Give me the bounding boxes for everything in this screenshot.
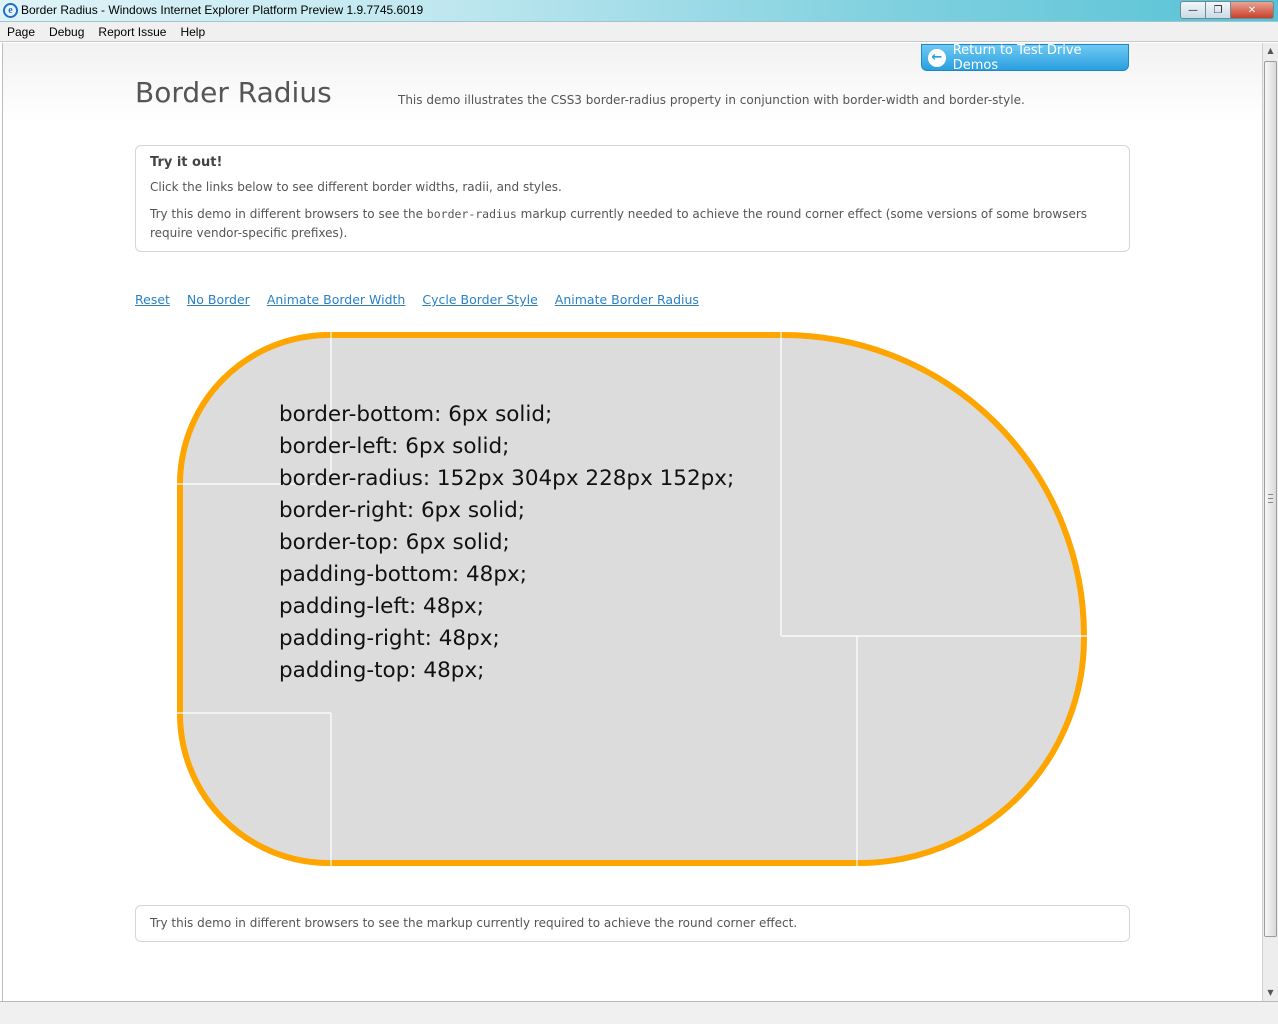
return-to-demos-button[interactable]: ← Return to Test Drive Demos — [921, 43, 1129, 73]
menu-bar: Page Debug Report Issue Help — [0, 22, 1278, 42]
scroll-thumb[interactable] — [1264, 61, 1277, 937]
footer-note: Try this demo in different browsers to s… — [135, 905, 1130, 942]
window-controls: — ❐ ✕ — [1180, 1, 1274, 19]
code-border-radius: border-radius — [426, 207, 517, 221]
back-arrow-icon: ← — [928, 48, 946, 67]
css-line-padding-right: padding-right: 48px; — [279, 626, 500, 651]
css-line-border-bottom: border-bottom: 6px solid; — [279, 402, 553, 427]
scroll-down-icon[interactable]: ▼ — [1263, 985, 1278, 1001]
title-bar: e Border Radius - Windows Internet Explo… — [0, 0, 1278, 22]
note-text-start: Try this demo in different browsers to s… — [150, 207, 427, 221]
no-border-link[interactable]: No Border — [187, 292, 250, 307]
page-viewport: ← Return to Test Drive Demos Border Radi… — [2, 43, 1262, 1001]
css-line-padding-left: padding-left: 48px; — [279, 594, 484, 619]
css-line-padding-top: padding-top: 48px; — [279, 658, 485, 683]
menu-report-issue[interactable]: Report Issue — [91, 23, 173, 41]
minimize-button[interactable]: — — [1180, 1, 1206, 19]
animate-border-width-link[interactable]: Animate Border Width — [267, 292, 406, 307]
window-title: Border Radius - Windows Internet Explore… — [21, 3, 424, 17]
close-button[interactable]: ✕ — [1231, 1, 1274, 19]
css-line-border-left: border-left: 6px solid; — [279, 434, 510, 459]
css-properties-list: border-bottom: 6px solid; border-left: 6… — [279, 399, 734, 687]
try-it-panel: Try it out! Click the links below to see… — [135, 145, 1130, 252]
reset-link[interactable]: Reset — [135, 292, 170, 307]
css-line-border-top: border-top: 6px solid; — [279, 530, 510, 555]
menu-debug[interactable]: Debug — [42, 23, 91, 41]
menu-page[interactable]: Page — [0, 23, 42, 41]
return-label: Return to Test Drive Demos — [952, 43, 1082, 73]
demo-links: Reset No Border Animate Border Width Cyc… — [135, 292, 716, 307]
scroll-up-icon[interactable]: ▲ — [1263, 43, 1278, 59]
status-bar — [0, 1001, 1278, 1024]
css-line-border-radius: border-radius: 152px 304px 228px 152px; — [279, 466, 735, 491]
cycle-border-style-link[interactable]: Cycle Border Style — [422, 292, 537, 307]
animate-border-radius-link[interactable]: Animate Border Radius — [555, 292, 699, 307]
page-description: This demo illustrates the CSS3 border-ra… — [398, 93, 1025, 107]
css-line-border-right: border-right: 6px solid; — [279, 498, 526, 523]
page-title: Border Radius — [135, 76, 332, 109]
grip-icon — [1268, 494, 1273, 503]
ie-logo-icon: e — [3, 3, 18, 18]
vertical-scrollbar[interactable]: ▲ ▼ — [1262, 43, 1278, 1001]
maximize-button[interactable]: ❐ — [1206, 1, 1231, 19]
menu-help[interactable]: Help — [173, 23, 212, 41]
try-it-browser-note: Try this demo in different browsers to s… — [150, 205, 1115, 243]
try-it-instructions: Click the links below to see different b… — [150, 180, 562, 194]
css-line-padding-bottom: padding-bottom: 48px; — [279, 562, 527, 587]
try-it-title: Try it out! — [150, 155, 223, 170]
